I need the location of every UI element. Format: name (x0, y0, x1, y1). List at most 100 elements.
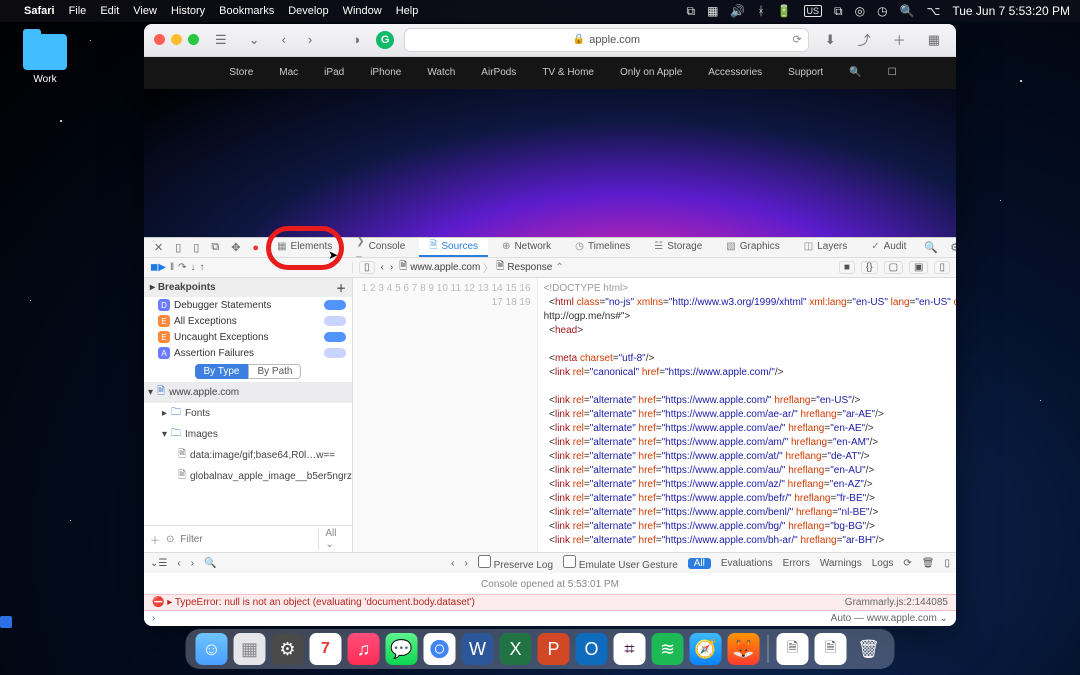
clock-icon[interactable]: ◷ (877, 4, 887, 18)
nav-tvhome[interactable]: TV & Home (542, 67, 594, 78)
battery-icon[interactable]: 🔋 (777, 4, 792, 18)
grammarly-icon[interactable]: G (376, 31, 394, 49)
tab-graphics[interactable]: ▧Graphics (716, 238, 789, 257)
tree-root[interactable]: ▾ 🗎 www.apple.com (144, 382, 352, 403)
shortcuts-icon[interactable]: ▦ (707, 4, 718, 18)
console-prompt-icon[interactable]: › (152, 613, 155, 624)
menu-file[interactable]: File (69, 5, 87, 17)
volume-icon[interactable]: 🔊 (730, 4, 745, 18)
dock-settings[interactable]: ⚙ (272, 633, 304, 665)
forward-button[interactable]: › (302, 30, 318, 49)
reload-icon[interactable]: ⟳ (793, 33, 802, 46)
dock-spotify[interactable]: ≋ (652, 633, 684, 665)
dock-calendar[interactable]: 7 (310, 633, 342, 665)
menu-history[interactable]: History (171, 5, 205, 17)
close-button[interactable] (154, 34, 165, 45)
preserve-log-checkbox[interactable]: Preserve Log (478, 555, 553, 571)
tab-timelines[interactable]: ◷Timelines (565, 238, 640, 257)
error-source[interactable]: Grammarly.js:2:144085 (845, 597, 948, 608)
tab-console[interactable]: ❯_Console (346, 238, 415, 257)
nav-accessories[interactable]: Accessories (708, 67, 762, 78)
dock-right-icon[interactable]: ▯ (189, 241, 203, 254)
breadcrumb-response[interactable]: Response (507, 262, 552, 273)
resume-button[interactable]: ◼▶ (150, 262, 166, 273)
shield-icon[interactable]: ◑ (346, 30, 366, 49)
sidebar-toggle[interactable]: ▯ (359, 261, 375, 274)
breakpoint-uncaught-exceptions[interactable]: EUncaught Exceptions (144, 329, 352, 345)
input-source-icon[interactable]: US (804, 5, 823, 17)
desktop-folder-work[interactable]: Work (18, 34, 72, 85)
segment-by-path[interactable]: By Path (248, 364, 301, 379)
nav-only[interactable]: Only on Apple (620, 67, 682, 78)
dock-trash[interactable]: 🗑 (853, 633, 885, 665)
console-next-icon[interactable]: › (191, 558, 194, 569)
back-button[interactable]: ‹ (276, 30, 292, 49)
tab-sources[interactable]: 🗎Sources (419, 238, 488, 257)
tab-audit[interactable]: ✓Audit (861, 238, 916, 257)
filter-evaluations[interactable]: Evaluations (721, 558, 773, 569)
share-icon[interactable]: ⤴ (852, 28, 877, 51)
dock-firefox[interactable]: 🦊 (728, 633, 760, 665)
console-error-row[interactable]: ⛔ ▸ TypeError: null is not an object (ev… (144, 594, 956, 611)
filter-warnings[interactable]: Warnings (820, 558, 862, 569)
minimize-button[interactable] (171, 34, 182, 45)
filter-logs[interactable]: Logs (872, 558, 894, 569)
menubar-app-name[interactable]: Safari (24, 5, 55, 17)
dock-file-1[interactable]: 🗎 (777, 633, 809, 665)
tab-storage[interactable]: ☱Storage (644, 238, 712, 257)
tree-file[interactable]: 🗎 data:image/gif;base64,R0l…w== (144, 445, 352, 466)
menu-window[interactable]: Window (343, 5, 382, 17)
nav-search-icon[interactable]: 🔍 (849, 67, 861, 78)
popout-icon[interactable]: ⧉ (207, 241, 223, 254)
nav-airpods[interactable]: AirPods (481, 67, 516, 78)
nav-ipad[interactable]: iPad (324, 67, 344, 78)
toggle[interactable] (324, 316, 346, 326)
chevron-down-icon[interactable]: ⌄ (243, 30, 266, 50)
dock-safari[interactable]: 🧭 (690, 633, 722, 665)
control-center-icon[interactable]: ⌥ (927, 4, 941, 18)
dock-messages[interactable]: 💬 (386, 633, 418, 665)
console-search-input[interactable] (226, 558, 346, 569)
console-toggle-icon[interactable]: ⌄☰ (150, 558, 167, 569)
bc-next-icon[interactable]: › (390, 262, 393, 273)
menu-develop[interactable]: Develop (288, 5, 328, 17)
tabs-icon[interactable]: ▦ (922, 30, 946, 50)
menubar-clock[interactable]: Tue Jun 7 5:53:20 PM (952, 4, 1070, 18)
inspector-search-icon[interactable]: 🔍 (920, 241, 942, 254)
new-tab-icon[interactable]: ＋ (887, 28, 912, 51)
toggle[interactable] (324, 348, 346, 358)
record-icon[interactable]: ● (248, 242, 263, 254)
spotlight-icon[interactable]: 🔍 (900, 4, 915, 18)
dock-outlook[interactable]: O (576, 633, 608, 665)
window-controls[interactable] (154, 34, 199, 45)
filter-all[interactable]: All (688, 558, 711, 569)
clear-console-icon[interactable]: 🗑 (922, 558, 935, 569)
nav-support[interactable]: Support (788, 67, 823, 78)
menu-help[interactable]: Help (396, 5, 419, 17)
emulate-gesture-checkbox[interactable]: Emulate User Gesture (563, 555, 678, 571)
bc-prev-icon[interactable]: ‹ (381, 262, 384, 273)
wifi-icon[interactable]: ⧉ (834, 4, 843, 19)
dock-chrome[interactable] (424, 633, 456, 665)
bluetooth-icon[interactable]: ᚼ (757, 4, 764, 18)
nav-store[interactable]: Store (229, 67, 253, 78)
source-code[interactable]: <!DOCTYPE html> <html class="no-js" xmln… (538, 278, 956, 552)
address-bar[interactable]: 🔒 apple.com ⟳ (404, 28, 809, 52)
tree-folder-images[interactable]: ▾ 🗀 Images (144, 424, 352, 445)
nav-bag-icon[interactable]: ☐ (888, 67, 897, 78)
code-coverage-icon[interactable]: ▢ (884, 261, 903, 274)
tab-layers[interactable]: ◫Layers (794, 238, 857, 257)
dock-file-2[interactable]: 🗎 (815, 633, 847, 665)
menu-view[interactable]: View (133, 5, 157, 17)
nav-mac[interactable]: Mac (279, 67, 298, 78)
breadcrumb-host[interactable]: www.apple.com (410, 262, 480, 273)
dock-powerpoint[interactable]: P (538, 633, 570, 665)
filter-errors[interactable]: Errors (783, 558, 810, 569)
column-layout-icon[interactable]: ▯ (934, 261, 950, 274)
pick-element-icon[interactable]: ✥ (227, 241, 244, 254)
menu-edit[interactable]: Edit (100, 5, 119, 17)
auto-context[interactable]: Auto — www.apple.com (831, 613, 937, 624)
tree-file[interactable]: 🗎 globalnav_apple_image__b5er5ngrzxqq… (144, 466, 352, 487)
step-out-button[interactable]: ↑ (200, 262, 205, 273)
filter-input[interactable] (180, 534, 312, 545)
